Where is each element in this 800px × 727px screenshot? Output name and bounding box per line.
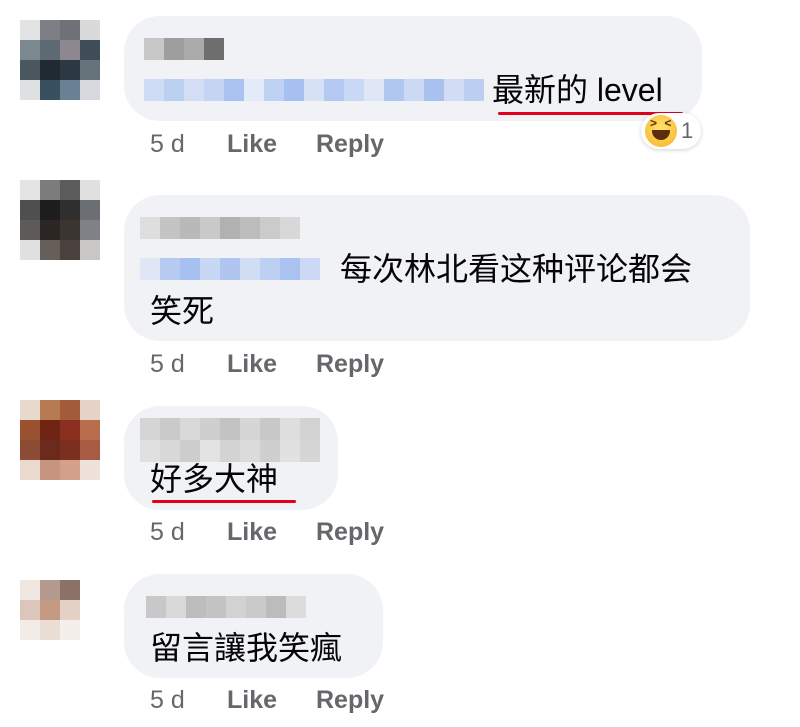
avatar[interactable]: [20, 400, 100, 480]
timestamp[interactable]: 5 d: [150, 348, 227, 380]
avatar[interactable]: [20, 180, 100, 260]
comment-bubble: 最新的 level: [124, 16, 702, 121]
like-button[interactable]: Like: [227, 348, 316, 380]
comment-actions: 5 d Like Reply: [150, 516, 384, 548]
reaction-badge[interactable]: 1: [641, 113, 702, 149]
comment-text: 最新的 level: [492, 72, 663, 108]
reply-button[interactable]: Reply: [316, 516, 384, 548]
timestamp[interactable]: 5 d: [150, 128, 227, 160]
redacted-author-name: [144, 38, 224, 60]
comment-bubble: 好多大神: [124, 406, 338, 510]
red-underline: [152, 500, 296, 503]
reply-button[interactable]: Reply: [316, 348, 384, 380]
comment-text-line-2: 笑死: [150, 293, 215, 329]
avatar[interactable]: [20, 20, 100, 100]
redacted-author-name: [140, 217, 300, 239]
comment-actions: 5 d Like Reply: [150, 684, 384, 716]
comment-text-line-1: 每次林北看这种评论都会: [340, 251, 693, 287]
comment-actions: 5 d Like Reply: [150, 128, 384, 160]
comment-actions: 5 d Like Reply: [150, 348, 384, 380]
comment-text: 好多大神: [150, 461, 279, 497]
like-button[interactable]: Like: [227, 128, 316, 160]
like-button[interactable]: Like: [227, 516, 316, 548]
haha-emoji-icon: [645, 115, 677, 147]
comment-3: 好多大神 5 d Like Reply: [0, 390, 800, 560]
redacted-mention: [144, 79, 484, 101]
reaction-count: 1: [681, 118, 694, 143]
redacted-mention: [140, 258, 320, 280]
avatar[interactable]: [20, 580, 100, 660]
timestamp[interactable]: 5 d: [150, 516, 227, 548]
comment-bubble: 留言讓我笑瘋: [124, 574, 383, 678]
comment-4: 留言讓我笑瘋 5 d Like Reply: [0, 560, 800, 727]
reply-button[interactable]: Reply: [316, 128, 384, 160]
redacted-author-name: [140, 418, 320, 440]
comment-2: 每次林北看这种评论都会 笑死 5 d Like Reply: [0, 170, 800, 390]
like-button[interactable]: Like: [227, 684, 316, 716]
comment-bubble: 每次林北看这种评论都会 笑死: [124, 195, 750, 341]
reply-button[interactable]: Reply: [316, 684, 384, 716]
comment-text: 留言讓我笑瘋: [150, 630, 343, 666]
timestamp[interactable]: 5 d: [150, 684, 227, 716]
redacted-author-name: [146, 596, 306, 618]
comment-1: 最新的 level 1 5 d Like Reply: [0, 0, 800, 170]
